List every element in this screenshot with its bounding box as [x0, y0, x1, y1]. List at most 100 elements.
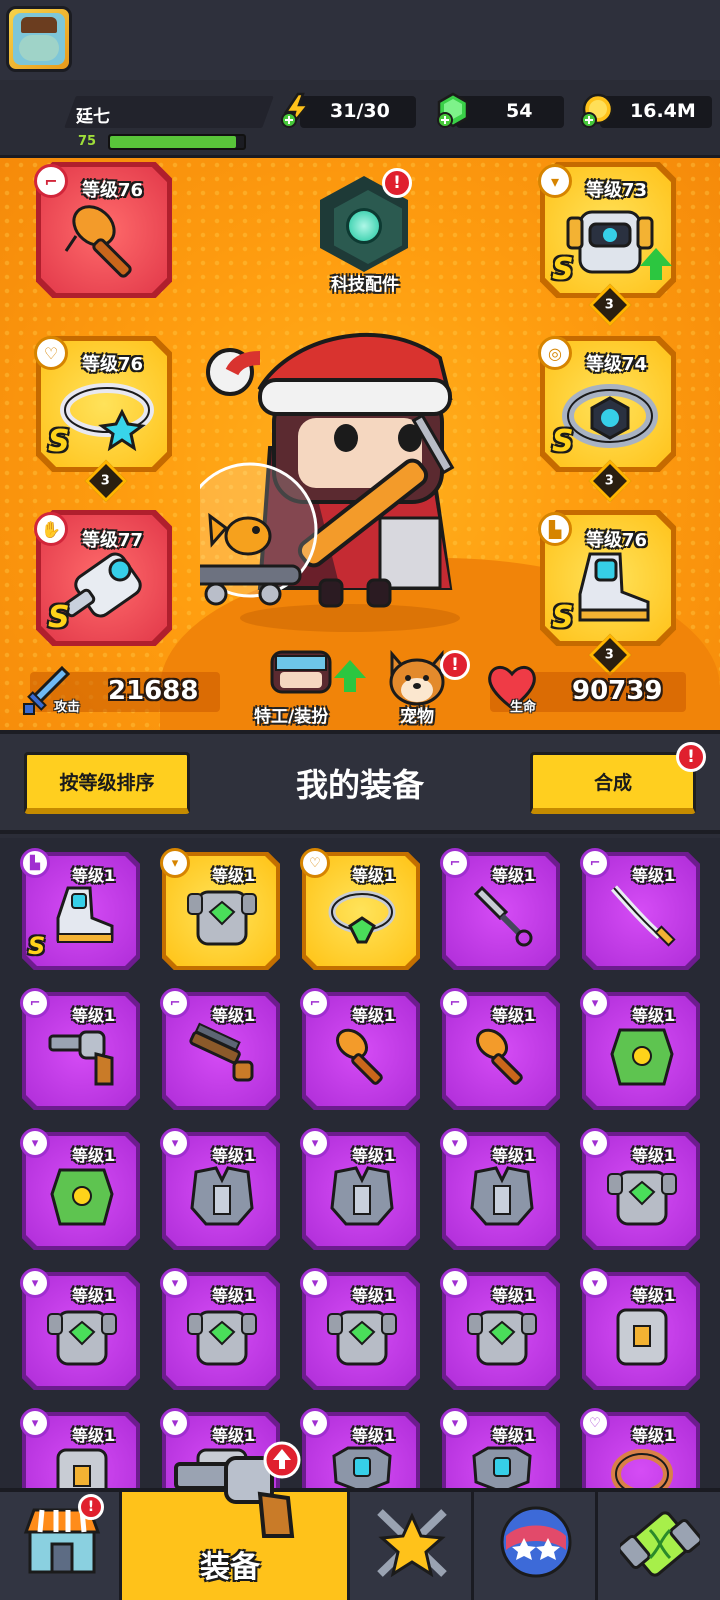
necklace-icon: ♡: [300, 848, 330, 878]
armor-icon: ▾: [160, 848, 190, 878]
sort-by-level-button[interactable]: 按等级排序: [24, 752, 190, 814]
item-level: 等级1: [72, 1286, 116, 1305]
hp-label: 生命: [510, 700, 537, 715]
inventory-item[interactable]: ▾ 等级1: [440, 1408, 560, 1488]
armor-icon: ▾: [440, 1128, 470, 1158]
armor-green-icon: [187, 1310, 257, 1366]
mech-armor-icon: [566, 210, 654, 274]
gem-icon[interactable]: [436, 92, 470, 128]
item-level: 等级1: [72, 1426, 116, 1445]
inventory-item[interactable]: ▾ 等级1: [300, 1128, 420, 1250]
vest-green-icon: [50, 1168, 114, 1226]
inventory-item[interactable]: ▾ 等级1: [440, 1268, 560, 1390]
xp-bar: [108, 134, 246, 150]
inventory-item[interactable]: ▾ 等级1: [20, 1408, 140, 1488]
pet-alert-icon: !: [440, 650, 470, 680]
item-level: 等级1: [492, 866, 536, 885]
inventory-item[interactable]: ▙ 等级1 S: [20, 848, 140, 970]
armor-box-icon: [56, 1448, 108, 1488]
inventory-item[interactable]: ⌐ 等级1: [580, 848, 700, 970]
item-level: 等级1: [212, 1426, 256, 1445]
boots-type-icon: ▙: [538, 512, 572, 546]
hero-character[interactable]: [200, 318, 510, 638]
inventory-item[interactable]: ▾ 等级1: [160, 848, 280, 970]
shotgun-icon: [189, 1022, 254, 1082]
attack-label: 攻击: [54, 700, 81, 715]
nav-equipment-label: 装备: [200, 1550, 260, 1585]
slot-armor-level: 等级73: [586, 180, 648, 201]
inventory-item[interactable]: ▾ 等级1: [300, 1408, 420, 1488]
merge-button[interactable]: 合成: [530, 752, 696, 814]
armor-green-icon: [607, 1170, 677, 1226]
inventory-item[interactable]: ▾ 等级1: [300, 1268, 420, 1390]
armor-plate-icon: [472, 1446, 532, 1488]
boots-icon: [578, 552, 650, 622]
item-level: 等级1: [212, 1286, 256, 1305]
armor-icon: ▾: [20, 1268, 50, 1298]
energy-value: 31/30: [330, 100, 390, 122]
armor-icon: ▾: [300, 1128, 330, 1158]
item-level: 等级1: [492, 1286, 536, 1305]
belt-icon: [562, 384, 658, 448]
item-level: 等级1: [212, 1006, 256, 1025]
shop-alert-icon: !: [78, 1494, 104, 1520]
player-name: 廷七: [76, 107, 110, 127]
inventory-item[interactable]: ⌐ 等级1: [160, 988, 280, 1110]
armor-icon: ▾: [440, 1268, 470, 1298]
vest-green-icon: [610, 1028, 674, 1086]
armor-icon: ▾: [300, 1408, 330, 1438]
inventory-item[interactable]: ▾ 等级1: [20, 1268, 140, 1390]
inventory-item[interactable]: ♡ 等级1: [300, 848, 420, 970]
boots-icon: [56, 886, 114, 943]
inventory-item[interactable]: ▾ 等级1: [580, 1268, 700, 1390]
inventory-item[interactable]: ⌐ 等级1: [300, 988, 420, 1110]
slot-necklace-rank: S: [48, 424, 70, 459]
inventory-item[interactable]: ▾ 等级1: [580, 988, 700, 1110]
tech-alert-icon: !: [382, 168, 412, 198]
agent-costume-button[interactable]: [266, 646, 336, 698]
item-level: 等级1: [352, 1006, 396, 1025]
armor-icon: ▾: [580, 988, 610, 1018]
glove-icon: [62, 552, 142, 618]
energy-icon[interactable]: [280, 92, 314, 128]
avatar[interactable]: [6, 6, 72, 72]
coin-icon[interactable]: [580, 92, 614, 128]
slot-armor-rank: S: [552, 252, 574, 287]
armor-icon: ▾: [580, 1128, 610, 1158]
boots-icon: ▙: [20, 848, 50, 878]
inventory-item[interactable]: ▾ 等级1: [440, 1128, 560, 1250]
upgrade-up-icon: [263, 1441, 301, 1479]
inventory-item[interactable]: ⌐ 等级1: [440, 848, 560, 970]
armor-icon: ▾: [440, 1408, 470, 1438]
armor-icon: ▾: [580, 1268, 610, 1298]
item-level: 等级1: [632, 866, 676, 885]
ring-icon: [611, 1449, 673, 1488]
inventory-item[interactable]: ⌐ 等级1: [440, 988, 560, 1110]
armor-icon: ▾: [160, 1268, 190, 1298]
armor-box-icon: [616, 1308, 668, 1366]
slot-belt-level: 等级74: [586, 354, 648, 375]
item-level: 等级1: [492, 1006, 536, 1025]
armor-plate-icon: [332, 1446, 392, 1488]
armor-icon: ▾: [300, 1268, 330, 1298]
status-bar-area: [0, 0, 720, 80]
armor-green-icon: [47, 1310, 117, 1366]
weapon-icon: ⌐: [440, 988, 470, 1018]
item-level: 等级1: [492, 1426, 536, 1445]
weapon-icon: ⌐: [580, 848, 610, 878]
gems-value: 54: [506, 100, 533, 122]
inventory-item[interactable]: ▾ 等级1: [580, 1128, 700, 1250]
inventory-item[interactable]: ▾ 等级1: [160, 1128, 280, 1250]
armor-icon: ▾: [20, 1128, 50, 1158]
inventory-item[interactable]: ♡ 等级1: [580, 1408, 700, 1488]
upgrade-arrow-icon: [640, 248, 672, 280]
inventory-item[interactable]: ▾ 等级1: [160, 1268, 280, 1390]
inventory-item[interactable]: ⌐ 等级1: [20, 988, 140, 1110]
slot-weapon-level: 等级76: [82, 180, 144, 201]
coins-value: 16.4M: [630, 100, 696, 122]
player-level: 75: [78, 134, 97, 149]
talent-orb-icon: [500, 1506, 572, 1578]
inventory-item[interactable]: ▾ 等级1: [20, 1128, 140, 1250]
item-level: 等级1: [632, 1286, 676, 1305]
slot-necklace-level: 等级76: [82, 354, 144, 375]
